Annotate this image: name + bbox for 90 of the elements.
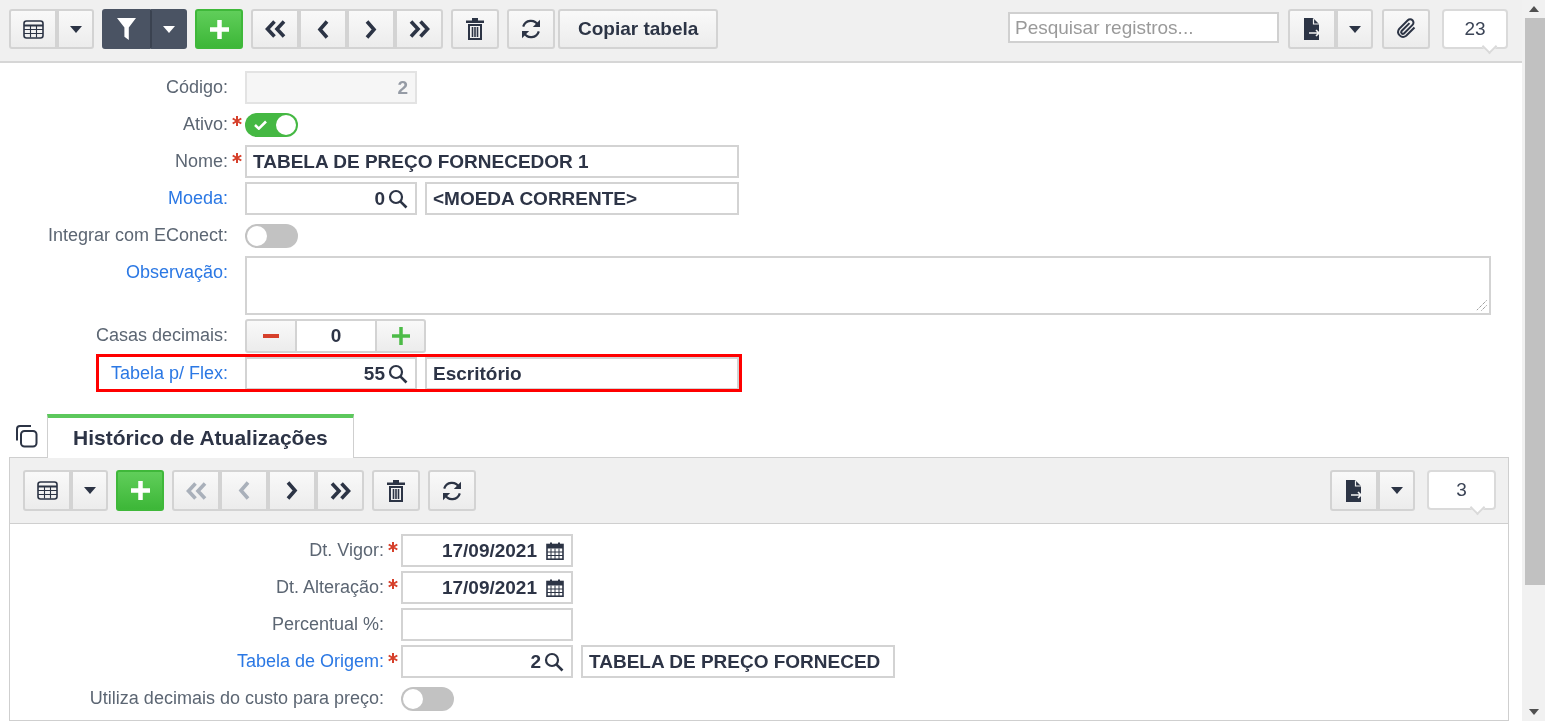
check-icon [254,119,267,130]
table-icon [22,19,44,39]
plus-icon [209,19,229,39]
double-chevron-left-icon [263,20,287,38]
chevron-right-icon [365,19,377,39]
lookup-code-field[interactable]: 0 [245,182,417,215]
copy-table-button[interactable]: Copiar tabela [558,9,719,49]
table-view-button[interactable] [23,470,71,511]
table-icon [36,481,58,500]
decrement-button[interactable] [245,319,297,353]
double-chevron-right-icon [407,20,431,38]
add-button[interactable] [195,9,243,49]
previous-record-button[interactable] [299,9,347,49]
field-link[interactable]: Observação: [125,256,228,289]
dropdown-button[interactable] [150,9,187,49]
delete-button[interactable] [372,470,420,511]
next-record-button[interactable] [347,9,395,49]
field-label: Código: [165,76,228,99]
file-export-icon [1344,479,1364,502]
paperclip-icon [1395,18,1417,40]
export-button[interactable] [1288,9,1336,49]
field-label: Dt. Vigor: [309,539,384,562]
filter-icon [116,18,136,40]
caret-icon [69,25,82,33]
number-field[interactable]: 0 [297,319,375,353]
search-icon[interactable] [388,188,408,209]
last-record-button[interactable] [316,470,364,511]
trash-icon [466,18,484,40]
field-label: Casas decimais: [95,324,228,347]
minus-icon [263,334,279,338]
resize-grip-icon[interactable] [1476,300,1487,311]
refresh-icon [441,479,463,502]
filter-button[interactable] [102,9,150,49]
field-link[interactable]: Tabela p/ Flex: [110,357,228,390]
field-label: Integrar com EConect: [47,224,228,247]
lookup-code-field[interactable]: 2 [401,645,573,678]
chevron-right-icon [286,481,298,500]
scrollbar-thumb[interactable] [1525,18,1545,585]
caret-icon [1348,25,1361,33]
scroll-up-icon[interactable] [1528,6,1539,12]
table-view-button[interactable] [9,9,57,49]
attach-button[interactable] [1382,9,1430,49]
calendar-icon[interactable] [546,541,564,560]
number-field: 2 [245,71,417,104]
refresh-button[interactable] [507,9,555,49]
date-field[interactable]: 17/09/2021 [401,534,573,567]
field-label: Nome: [175,150,228,173]
calendar-icon[interactable] [546,578,564,597]
field-link[interactable]: Tabela de Origem: [236,645,384,678]
plus-icon [391,327,410,345]
export-button[interactable] [1330,470,1378,511]
record-count-badge: 23 [1442,9,1508,56]
double-chevron-left-icon [184,481,208,500]
caret-icon [83,487,96,494]
chevron-left-icon [317,19,329,39]
refresh-button[interactable] [428,470,476,511]
chevron-left-icon [238,481,250,500]
next-record-button[interactable] [268,470,316,511]
scroll-down-icon[interactable] [1528,709,1539,715]
field-label: Percentual %: [271,613,384,636]
toggle-switch[interactable] [245,112,298,137]
number-field[interactable] [401,608,573,641]
plus-icon [130,481,150,500]
toggle-switch[interactable] [245,223,298,248]
refresh-icon [520,18,542,40]
file-export-icon [1302,18,1322,40]
tab[interactable]: Histórico de Atualizações [47,414,354,458]
field-label: Dt. Alteração: [275,576,384,599]
field-link[interactable]: Moeda: [167,182,228,215]
description-field[interactable]: Escritório [425,357,739,390]
double-chevron-right-icon [328,481,352,500]
search-icon[interactable] [544,651,564,672]
date-field[interactable]: 17/09/2021 [401,571,573,604]
first-record-button[interactable] [251,9,299,49]
copy-icon[interactable] [14,424,38,448]
record-count-badge: 3 [1427,470,1496,517]
lookup-code-field[interactable]: 55 [245,357,417,390]
description-field[interactable]: <MOEDA CORRENTE> [425,182,739,215]
search-icon[interactable] [388,363,408,384]
field-label: Ativo: [182,113,228,136]
caret-icon [162,25,175,33]
trash-icon [387,479,405,502]
toggle-switch[interactable] [401,686,454,711]
text-field[interactable]: TABELA DE PREÇO FORNECEDOR 1 [245,145,739,178]
description-field[interactable]: TABELA DE PREÇO FORNECED [581,645,895,678]
add-button[interactable] [116,470,164,511]
field-label: Utiliza decimais do custo para preço: [89,687,384,710]
caret-icon [1390,487,1403,494]
last-record-button[interactable] [395,9,443,49]
delete-button[interactable] [451,9,499,49]
